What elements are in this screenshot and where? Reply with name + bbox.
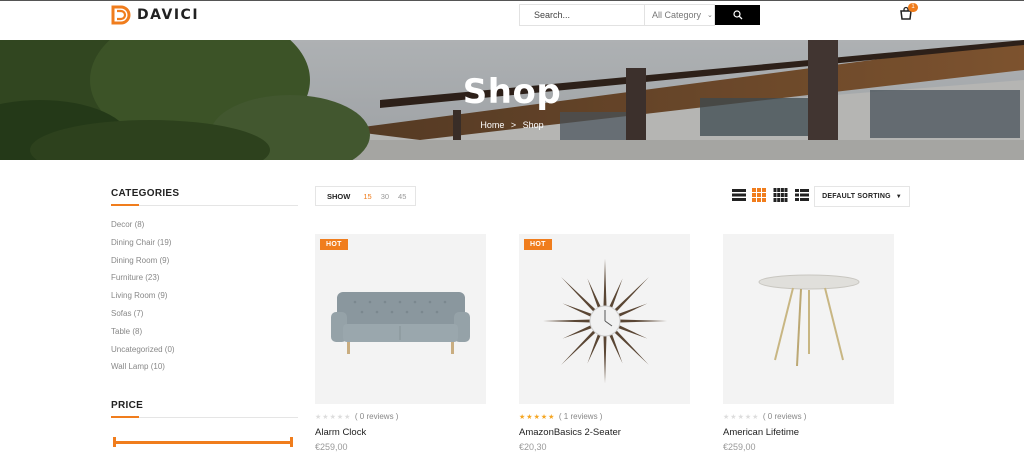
show-label: SHOW — [327, 191, 351, 201]
breadcrumb-home[interactable]: Home — [480, 120, 504, 130]
clock-ray — [543, 319, 592, 323]
show-per-page: SHOW 15 30 45 — [315, 186, 416, 206]
product-rating: ★ ★ ★ ★ ★ ( 1 reviews ) — [519, 412, 602, 421]
product-price: €259,00 — [723, 442, 756, 452]
chevron-down-icon: ⌄ — [707, 12, 713, 19]
list-view-icon[interactable] — [732, 188, 746, 202]
logo-icon — [111, 5, 131, 25]
search-input[interactable] — [519, 4, 644, 26]
product-rating: ★ ★ ★ ★ ★ ( 0 reviews ) — [315, 412, 398, 421]
show-option-15[interactable]: 15 — [363, 192, 371, 201]
sunburst-clock-image — [543, 259, 667, 383]
brand-logo[interactable]: DAVICI — [111, 4, 199, 26]
clock-ray — [603, 334, 607, 383]
page-banner: Shop Home > Shop — [0, 40, 1024, 160]
clock-ray — [561, 329, 597, 365]
clock-ray — [613, 277, 649, 313]
star-rating-icon: ★ ★ ★ ★ ★ — [723, 413, 759, 421]
site-header: DAVICI All Category ⌄ 1 — [0, 0, 1024, 40]
category-item[interactable]: Sofas (7) — [111, 309, 175, 327]
review-count[interactable]: ( 0 reviews ) — [763, 412, 807, 421]
breadcrumb-separator: > — [510, 120, 517, 130]
clock-ray — [613, 329, 649, 365]
search-button[interactable] — [715, 5, 760, 25]
brand-name: DAVICI — [137, 7, 200, 23]
hot-badge: HOT — [524, 239, 552, 250]
category-select-value: All Category — [652, 10, 702, 20]
breadcrumb-current: Shop — [522, 120, 544, 130]
price-slider-min-handle[interactable] — [113, 437, 116, 447]
grid-4-icon[interactable] — [772, 188, 789, 202]
review-count[interactable]: ( 1 reviews ) — [559, 412, 603, 421]
category-item[interactable]: Dining Room (9) — [111, 256, 175, 274]
cart-count-badge: 1 — [908, 3, 918, 12]
hot-badge: HOT — [320, 239, 348, 250]
product-name[interactable]: American Lifetime — [723, 427, 799, 438]
show-option-30[interactable]: 30 — [381, 192, 389, 201]
sort-dropdown-label: DEFAULT SORTING — [822, 193, 891, 200]
sort-dropdown[interactable]: DEFAULT SORTING ▼ — [814, 186, 910, 207]
clock-ray — [561, 277, 597, 313]
view-mode-switcher — [732, 188, 809, 202]
product-card[interactable]: ★ ★ ★ ★ ★ ( 0 reviews ) American Lifetime €2… — [723, 234, 894, 452]
product-rating: ★ ★ ★ ★ ★ ( 0 reviews ) — [723, 412, 806, 421]
product-image[interactable]: HOT — [519, 234, 690, 404]
search-bar: All Category ⌄ — [519, 4, 760, 26]
breadcrumb: Home > Shop — [0, 120, 1024, 130]
category-item[interactable]: Uncategorized (0) — [111, 345, 175, 363]
category-item[interactable]: Living Room (9) — [111, 291, 175, 309]
price-slider-max-handle[interactable] — [290, 437, 293, 447]
categories-divider — [111, 204, 298, 206]
list-grid-icon[interactable] — [795, 188, 809, 202]
round-table-image — [758, 274, 860, 367]
price-divider — [111, 416, 298, 418]
star-rating-icon: ★ ★ ★ ★ ★ — [519, 413, 555, 421]
caret-down-icon: ▼ — [895, 193, 902, 200]
category-item[interactable]: Dining Chair (19) — [111, 238, 175, 256]
product-price: €20,30 — [519, 442, 547, 452]
category-list: Decor (8) Dining Chair (19) Dining Room … — [111, 220, 175, 380]
price-heading: PRICE — [111, 400, 144, 411]
clock-ray — [618, 319, 667, 323]
price-slider-track[interactable] — [113, 441, 292, 444]
category-item[interactable]: Wall Lamp (10) — [111, 362, 175, 380]
category-item[interactable]: Table (8) — [111, 327, 175, 345]
product-card[interactable]: HOT ★ ★ ★ ★ ★ ( 1 reviews ) AmazonBasics 2-S… — [519, 234, 690, 452]
category-item[interactable]: Furniture (23) — [111, 273, 175, 291]
show-option-45[interactable]: 45 — [398, 192, 406, 201]
product-price: €259,00 — [315, 442, 348, 452]
review-count[interactable]: ( 0 reviews ) — [355, 412, 399, 421]
grid-3-icon[interactable] — [752, 188, 766, 202]
star-rating-icon: ★ ★ ★ ★ ★ — [315, 413, 351, 421]
search-icon — [732, 10, 742, 20]
product-name[interactable]: Alarm Clock — [315, 427, 366, 438]
product-image[interactable]: HOT — [315, 234, 486, 404]
product-card[interactable]: HOT ★ ★ ★ ★ ★ ( 0 reviews ) Alarm Clock €259… — [315, 234, 486, 452]
category-item[interactable]: Decor (8) — [111, 220, 175, 238]
clock-ray — [603, 259, 607, 308]
product-image[interactable] — [723, 234, 894, 404]
page-title: Shop — [462, 72, 562, 112]
product-name[interactable]: AmazonBasics 2-Seater — [519, 427, 621, 438]
sofa-image — [331, 292, 470, 354]
categories-heading: CATEGORIES — [111, 188, 180, 199]
category-select[interactable]: All Category ⌄ — [644, 4, 715, 26]
